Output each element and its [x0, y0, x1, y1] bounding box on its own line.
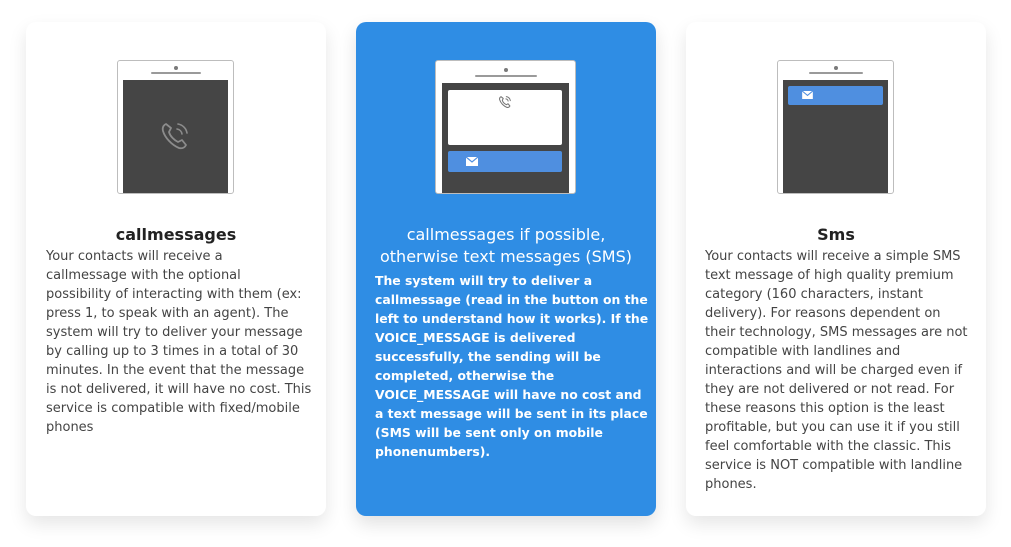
phone-call-icon	[161, 123, 188, 150]
phone-screen	[123, 80, 228, 193]
phone-illustration	[435, 60, 576, 194]
card-description: Your contacts will receive a simple SMS …	[705, 249, 968, 492]
call-notification-box	[448, 90, 562, 145]
phone-illustration	[777, 60, 894, 194]
phone-camera	[834, 66, 838, 70]
card-description: Your contacts will receive a callmessage…	[46, 249, 312, 435]
phone-camera	[174, 66, 178, 70]
sms-notification-bar	[788, 86, 883, 105]
phone-screen	[783, 80, 888, 193]
phone-call-icon	[499, 96, 511, 108]
envelope-icon	[802, 91, 813, 99]
card-description: The system will try to deliver a callmes…	[375, 273, 649, 459]
option-card-callmessages[interactable]: callmessages Your contacts will receive …	[26, 22, 326, 516]
card-title: Sms	[817, 225, 855, 244]
sms-notification-bar	[448, 151, 562, 172]
phone-speaker	[151, 72, 201, 74]
option-card-callmessages-or-sms[interactable]: callmessages if possible, otherwise text…	[356, 22, 656, 516]
phone-camera	[504, 68, 508, 72]
card-title: callmessages if possible, otherwise text…	[379, 225, 632, 266]
card-title: callmessages	[115, 225, 237, 244]
phone-illustration	[117, 60, 234, 194]
envelope-icon	[466, 157, 478, 166]
phone-speaker	[475, 75, 537, 77]
phone-speaker	[809, 72, 863, 74]
option-card-sms[interactable]: Sms Your contacts will receive a simple …	[686, 22, 986, 516]
phone-screen	[442, 83, 569, 193]
